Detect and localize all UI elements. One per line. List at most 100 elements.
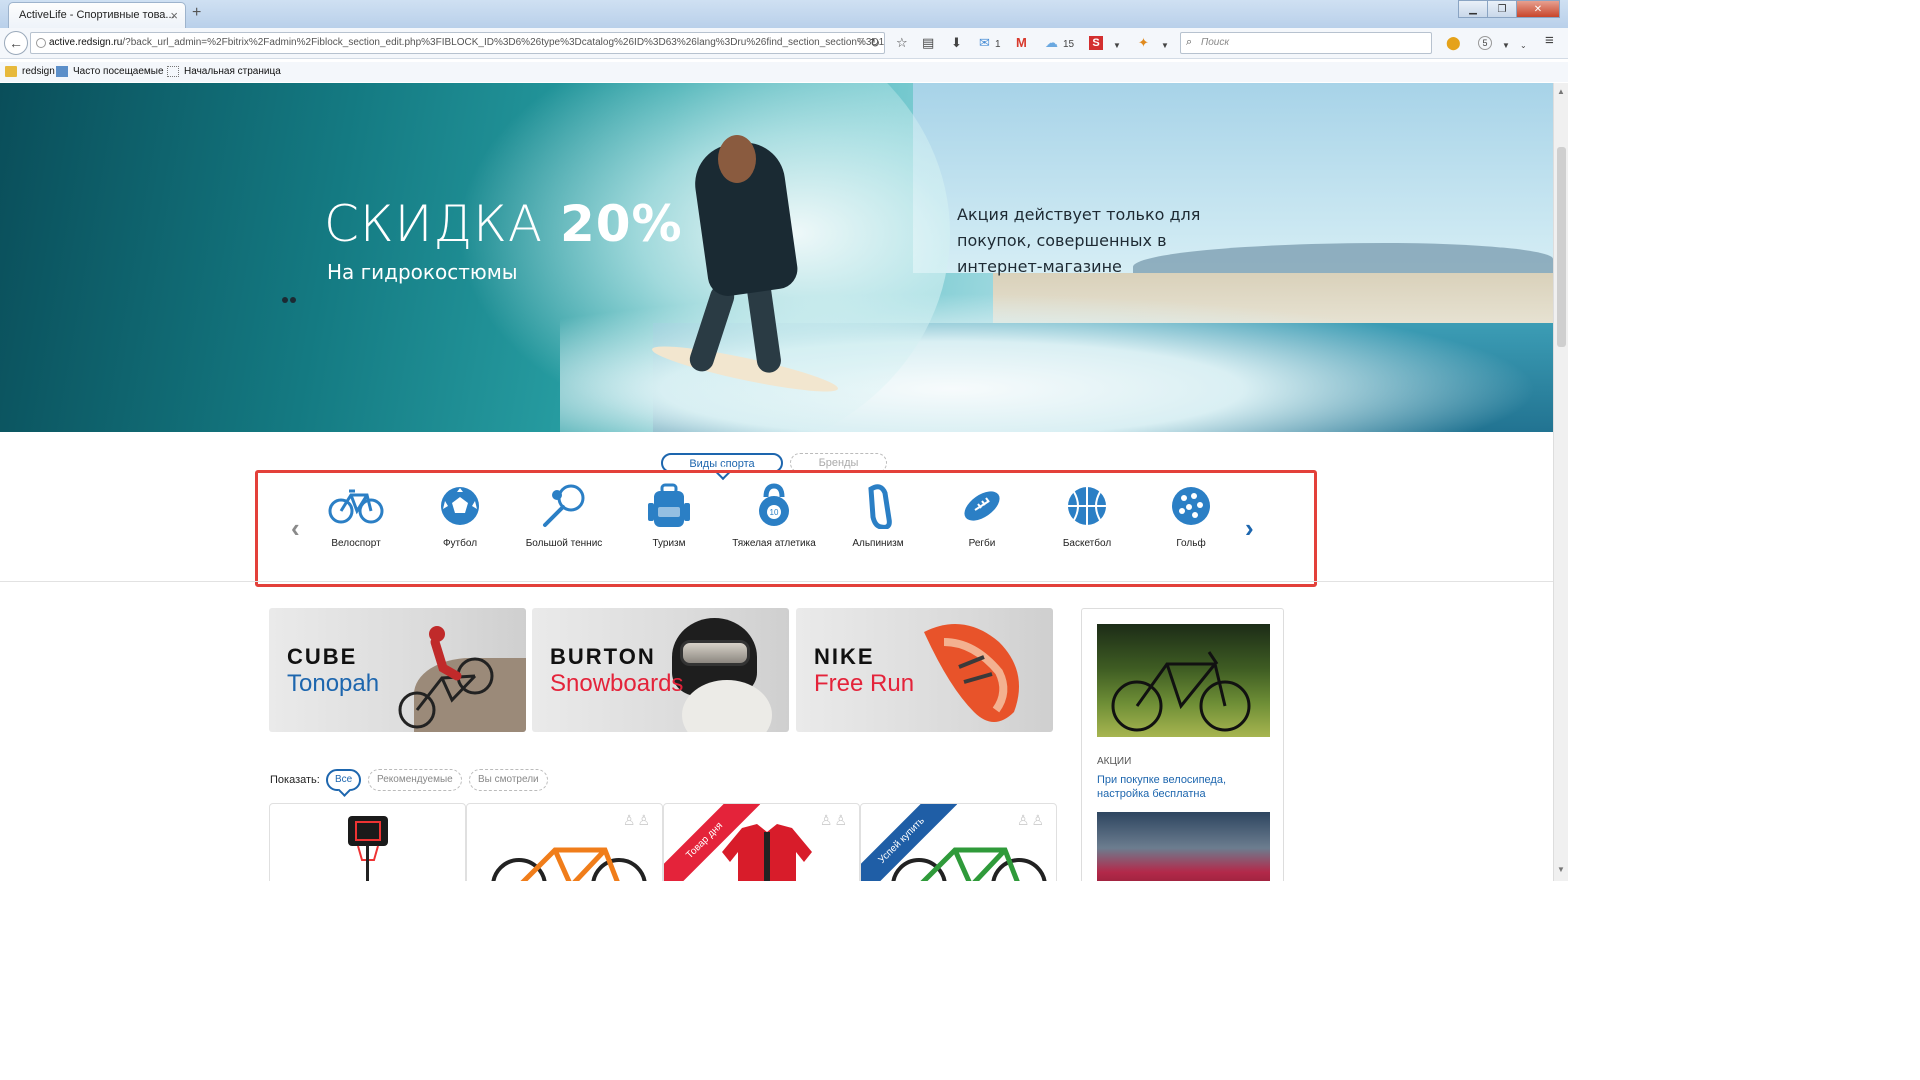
sport-label: Большой теннис (525, 538, 603, 549)
carousel-prev-arrow-icon[interactable]: ‹ (291, 515, 300, 541)
vintage-bicycle-image (1111, 651, 1251, 732)
sport-item-climbing[interactable]: Альпинизм (826, 483, 930, 550)
folder-icon (5, 66, 17, 77)
back-button[interactable]: ← (4, 31, 28, 55)
close-tab-icon[interactable]: × (170, 8, 178, 23)
sport-item-golf[interactable]: Гольф (1139, 483, 1243, 550)
banner-model: Tonopah (287, 670, 380, 697)
reload-icon[interactable]: ↻ (870, 36, 880, 50)
product-card[interactable]: ♙♙ (466, 803, 663, 881)
sport-item-cycling[interactable]: Велоспорт (304, 483, 408, 550)
bookmark-star-icon[interactable]: ☆ (896, 36, 908, 50)
url-host: active.redsign.ru (49, 37, 123, 48)
dropdown-icon[interactable]: ▼ (1113, 39, 1121, 53)
sport-item-football[interactable]: Футбол (408, 483, 512, 550)
dropdown-icon[interactable]: ▼ (1502, 39, 1510, 53)
banner-model: Snowboards (550, 670, 684, 697)
new-tab-button[interactable]: + (192, 4, 201, 22)
promo-banner-burton[interactable]: BURTON Snowboards (532, 608, 789, 732)
sport-label: Альпинизм (852, 538, 904, 549)
addon-icon[interactable]: ⬤ (1446, 36, 1461, 50)
bookmark-most-visited[interactable]: Часто посещаемые (56, 66, 164, 77)
weather-count: 15 (1063, 39, 1075, 50)
browser-tab[interactable]: ActiveLife - Спортивные това... × (8, 2, 186, 28)
promo-banner-cube[interactable]: CUBE Tonopah (269, 608, 526, 732)
tennis-racket-icon (543, 484, 585, 527)
scroll-up-icon[interactable]: ▲ (1557, 87, 1565, 96)
banner-brand: CUBE (287, 644, 358, 669)
hero-title-text: СКИДКА (324, 195, 560, 253)
menu-icon[interactable]: ≡ (1545, 33, 1554, 48)
page-scrollbar[interactable]: ▲ ▼ (1553, 83, 1568, 881)
sport-item-tourism[interactable]: Туризм (617, 483, 721, 550)
s-extension-icon[interactable]: S (1089, 36, 1103, 50)
page-icon (167, 66, 179, 77)
reading-list-icon[interactable]: ▤ (922, 36, 934, 50)
section-divider (0, 581, 1553, 582)
slider-dot[interactable] (282, 297, 288, 303)
hero-banner[interactable]: СКИДКА 20% На гидрокостюмы Акция действу… (0, 83, 1553, 432)
sport-label: Велоспорт (331, 538, 381, 549)
carabiner-icon (868, 484, 892, 529)
sport-item-weightlifting[interactable]: 10 Тяжелая атлетика (722, 483, 826, 550)
promo-banner-nike[interactable]: NIKE Free Run (796, 608, 1053, 732)
bookmark-page-icon (56, 66, 68, 77)
green-bicycle-image (891, 847, 1047, 881)
filter-all[interactable]: Все (326, 769, 362, 791)
filter-viewed[interactable]: Вы смотрели (469, 769, 548, 791)
gmail-icon[interactable]: M (1016, 36, 1027, 50)
filter-recommended[interactable]: Рекомендуемые (368, 769, 462, 791)
product-card[interactable]: Товар дня ♙♙ (663, 803, 860, 881)
sport-label: Тяжелая атлетика (732, 538, 816, 549)
banner-brand: BURTON (550, 644, 656, 669)
bookmark-redsign[interactable]: redsign (5, 66, 55, 77)
bicycle-icon (328, 489, 384, 524)
bicycle-photo[interactable] (1097, 624, 1270, 737)
promo-photo[interactable] (1097, 812, 1270, 881)
sport-item-tennis[interactable]: Большой теннис (512, 483, 616, 550)
window-titlebar: ActiveLife - Спортивные това... × + ▁ ❐ … (0, 0, 1568, 28)
close-window-button[interactable]: ✕ (1516, 0, 1560, 18)
basketball-icon (1068, 487, 1106, 525)
sport-item-rugby[interactable]: Регби (930, 483, 1034, 550)
product-card[interactable] (269, 803, 466, 881)
navigation-toolbar: ← active.redsign.ru/?back_url_admin=%2Fb… (0, 28, 1568, 59)
surfer-image (718, 135, 756, 183)
bookmark-label: redsign (22, 66, 55, 77)
search-input[interactable]: ⌕ Поиск (1180, 32, 1432, 54)
bookmark-start-page[interactable]: Начальная страница (167, 66, 281, 77)
download-icon[interactable]: ⬇ (951, 36, 962, 50)
gender-icon: ♙♙ (819, 812, 849, 828)
sport-label: Туризм (652, 538, 686, 549)
mail-count: 1 (995, 39, 1001, 50)
soccer-ball-icon (441, 487, 479, 525)
globe-icon (36, 38, 46, 48)
scrollbar-thumb[interactable] (1557, 147, 1566, 347)
banner-model: Free Run (814, 670, 915, 697)
basketball-hoop-image (348, 816, 388, 881)
maximize-button[interactable]: ❐ (1487, 0, 1517, 18)
product-card[interactable]: Успей купить ♙♙ (860, 803, 1057, 881)
carousel-next-arrow-icon[interactable]: › (1245, 515, 1254, 541)
notification-badge[interactable]: 5 (1478, 36, 1492, 50)
mail-icon[interactable]: ✉ (979, 36, 990, 50)
search-placeholder: Поиск (1201, 37, 1230, 48)
minimize-button[interactable]: ▁ (1458, 0, 1488, 18)
chevron-down-icon[interactable]: ⌄ (1520, 39, 1527, 53)
sneaker-image (924, 624, 1019, 722)
slider-dot[interactable] (290, 297, 296, 303)
bookmarks-bar: redsign Часто посещаемые Начальная стран… (0, 62, 1568, 82)
filter-label: Показать: (270, 774, 320, 786)
promo-tag: АКЦИИ (1097, 756, 1132, 767)
cloud-icon[interactable]: ☁ (1045, 36, 1058, 50)
extension-icon[interactable]: ✦ (1138, 36, 1149, 50)
scroll-down-icon[interactable]: ▼ (1557, 865, 1565, 874)
golf-ball-icon (1172, 487, 1210, 525)
sport-item-basketball[interactable]: Баскетбол (1035, 483, 1139, 550)
sport-label: Гольф (1176, 538, 1206, 549)
promo-link[interactable]: При покупке велосипеда, настройка беспла… (1097, 773, 1277, 801)
dropdown-icon[interactable]: ▼ (1161, 39, 1169, 53)
url-dropdown-icon[interactable]: ▽ (857, 36, 864, 47)
hero-promo-text: Акция действует только для покупок, сове… (957, 205, 1201, 276)
address-bar[interactable]: active.redsign.ru/?back_url_admin=%2Fbit… (30, 32, 885, 54)
